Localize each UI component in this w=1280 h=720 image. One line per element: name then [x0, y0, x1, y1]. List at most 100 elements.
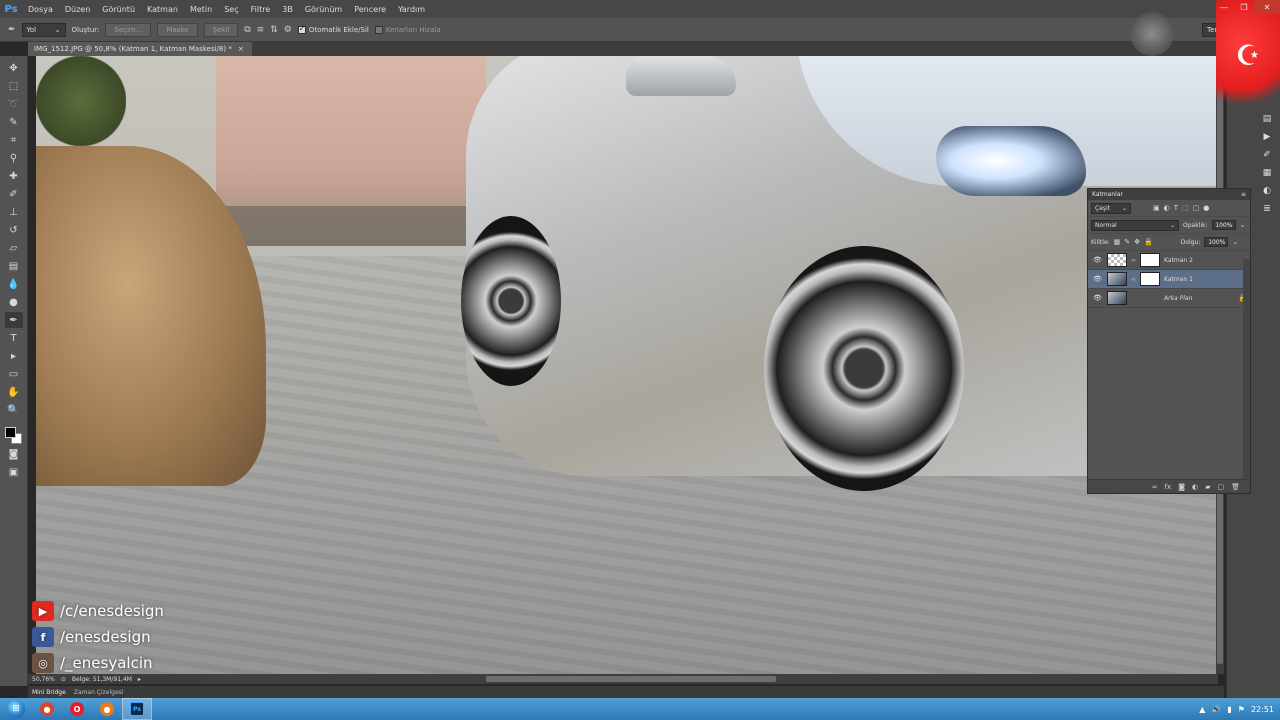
blur-tool-icon[interactable]: 💧: [5, 276, 23, 292]
eyedropper-tool-icon[interactable]: ⚲: [5, 150, 23, 166]
add-mask-icon[interactable]: ◙: [1178, 483, 1185, 491]
link-layers-icon[interactable]: ∞: [1152, 483, 1158, 491]
checkbox-unchecked[interactable]: [374, 25, 383, 34]
menu-dosya[interactable]: Dosya: [22, 5, 59, 14]
menu-3b[interactable]: 3B: [276, 5, 299, 14]
lock-position-icon[interactable]: ✥: [1134, 238, 1140, 246]
eye-icon[interactable]: 👁: [1093, 256, 1103, 264]
quick-select-tool-icon[interactable]: ✎: [5, 114, 23, 130]
start-button[interactable]: ⊞: [0, 698, 32, 720]
fill-field[interactable]: 100%: [1204, 237, 1229, 247]
eraser-tool-icon[interactable]: ▱: [5, 240, 23, 256]
document-tab[interactable]: IMG_1512.JPG @ 50,8% (Katman 1, Katman M…: [28, 42, 252, 56]
color-swatches[interactable]: [4, 426, 24, 446]
lasso-tool-icon[interactable]: ➰: [5, 96, 23, 112]
marquee-tool-icon[interactable]: ⬚: [5, 78, 23, 94]
info-icon[interactable]: ⊙: [61, 676, 66, 683]
trash-icon[interactable]: 🗑: [1231, 483, 1240, 491]
pixel-filter-icon[interactable]: ▣: [1153, 204, 1160, 212]
brush-panel-icon[interactable]: ✐: [1259, 148, 1275, 162]
menu-goruntu[interactable]: Görüntü: [96, 5, 141, 14]
hand-tool-icon[interactable]: ✋: [5, 384, 23, 400]
stamp-tool-icon[interactable]: ⊥: [5, 204, 23, 220]
zoom-level[interactable]: 50,76%: [32, 676, 55, 683]
path-mode-select[interactable]: Yol ⌄: [21, 22, 66, 37]
layers-panel-title[interactable]: Katmanlar: [1092, 191, 1123, 198]
actions-panel-icon[interactable]: ▶: [1259, 130, 1275, 144]
show-hidden-icons-icon[interactable]: ▲: [1199, 705, 1205, 714]
tab-mini-bridge[interactable]: Mini Bridge: [32, 689, 66, 696]
gear-icon[interactable]: ⚙: [284, 25, 292, 35]
close-button[interactable]: ✕: [1254, 0, 1280, 14]
menu-filtre[interactable]: Filtre: [245, 5, 277, 14]
link-icon[interactable]: ∞: [1131, 276, 1136, 283]
menu-duzen[interactable]: Düzen: [59, 5, 96, 14]
taskbar-app-photoshop[interactable]: Ps: [122, 698, 152, 720]
menu-sec[interactable]: Seç: [218, 5, 244, 14]
make-mask-button[interactable]: Maske: [157, 22, 198, 37]
path-select-tool-icon[interactable]: ▸: [5, 348, 23, 364]
zoom-tool-icon[interactable]: 🔍: [5, 402, 23, 418]
clock[interactable]: 22:51: [1251, 705, 1274, 714]
layer-style-icon[interactable]: fx: [1165, 483, 1172, 491]
adjustments-panel-icon[interactable]: ◐: [1259, 184, 1275, 198]
lock-pixels-icon[interactable]: ✎: [1124, 238, 1130, 246]
type-tool-icon[interactable]: T: [5, 330, 23, 346]
lock-transparency-icon[interactable]: ▦: [1114, 238, 1121, 246]
foreground-color-swatch[interactable]: [4, 427, 16, 438]
taskbar-app-chrome[interactable]: ●: [32, 698, 62, 720]
eye-icon[interactable]: 👁: [1093, 275, 1103, 283]
chevron-down-icon[interactable]: ⌄: [1232, 238, 1238, 246]
new-layer-icon[interactable]: ▢: [1217, 483, 1224, 491]
healing-tool-icon[interactable]: ✚: [5, 168, 23, 184]
move-tool-icon[interactable]: ✥: [5, 60, 23, 76]
layer-filter-select[interactable]: Çeşit ⌄: [1091, 202, 1131, 214]
shape-filter-icon[interactable]: ⬚: [1182, 204, 1189, 212]
blend-mode-select[interactable]: Normal ⌄: [1091, 219, 1179, 231]
menu-katman[interactable]: Katman: [141, 5, 184, 14]
checkbox-checked[interactable]: [297, 24, 306, 34]
menu-pencere[interactable]: Pencere: [348, 5, 392, 14]
swatches-panel-icon[interactable]: ▦: [1259, 166, 1275, 180]
link-icon[interactable]: ∞: [1131, 257, 1136, 264]
volume-icon[interactable]: 🔊: [1211, 705, 1221, 714]
new-group-icon[interactable]: ▰: [1205, 483, 1210, 491]
taskbar-app-opera[interactable]: O: [62, 698, 92, 720]
type-filter-icon[interactable]: T: [1174, 204, 1178, 212]
chevron-down-icon[interactable]: ⌄: [1240, 221, 1246, 229]
lock-all-icon[interactable]: 🔒: [1144, 238, 1153, 246]
flag-icon[interactable]: ⚑: [1238, 705, 1245, 714]
document-canvas[interactable]: [36, 56, 1216, 674]
tab-timeline[interactable]: Zaman Çizelgesi: [74, 689, 124, 696]
taskbar-app-firefox[interactable]: ●: [92, 698, 122, 720]
network-icon[interactable]: ▮: [1227, 705, 1231, 714]
close-icon[interactable]: ×: [238, 45, 244, 53]
layer-row-arka-plan[interactable]: 👁 Arka Plan 🔒: [1088, 289, 1250, 308]
quick-mask-icon[interactable]: ◙: [5, 446, 23, 462]
filter-toggle-icon[interactable]: ●: [1203, 204, 1209, 212]
screen-mode-icon[interactable]: ▣: [5, 464, 23, 480]
crop-tool-icon[interactable]: ⌗: [5, 132, 23, 148]
pen-icon[interactable]: ✒: [8, 25, 16, 35]
dodge-tool-icon[interactable]: ●: [5, 294, 23, 310]
layers-scrollbar[interactable]: [1243, 259, 1250, 479]
restore-button[interactable]: ❐: [1234, 0, 1254, 14]
eye-icon[interactable]: 👁: [1093, 294, 1103, 302]
panel-menu-icon[interactable]: ≡: [1241, 191, 1246, 198]
path-operations-icon[interactable]: ⧉: [244, 25, 250, 35]
layers-panel-icon[interactable]: ≣: [1259, 202, 1275, 216]
horizontal-scroll-thumb[interactable]: [486, 676, 776, 682]
layer-row-katman-1[interactable]: 👁 ∞ Katman 1: [1088, 270, 1250, 289]
minimize-button[interactable]: —: [1214, 0, 1234, 14]
make-selection-button[interactable]: Seçim...: [105, 22, 152, 37]
make-shape-button[interactable]: Şekil: [203, 22, 239, 37]
history-brush-tool-icon[interactable]: ↺: [5, 222, 23, 238]
menu-gorunum[interactable]: Görünüm: [299, 5, 348, 14]
smart-object-filter-icon[interactable]: ▢: [1193, 204, 1200, 212]
layer-mask-thumbnail[interactable]: [1140, 272, 1160, 286]
layer-mask-thumbnail[interactable]: [1140, 253, 1160, 267]
align-edges-checkbox[interactable]: Kenarları Hizala: [374, 25, 441, 34]
opacity-field[interactable]: 100%: [1211, 220, 1236, 230]
brush-tool-icon[interactable]: ✐: [5, 186, 23, 202]
path-arrangement-icon[interactable]: ⇅: [270, 25, 278, 35]
